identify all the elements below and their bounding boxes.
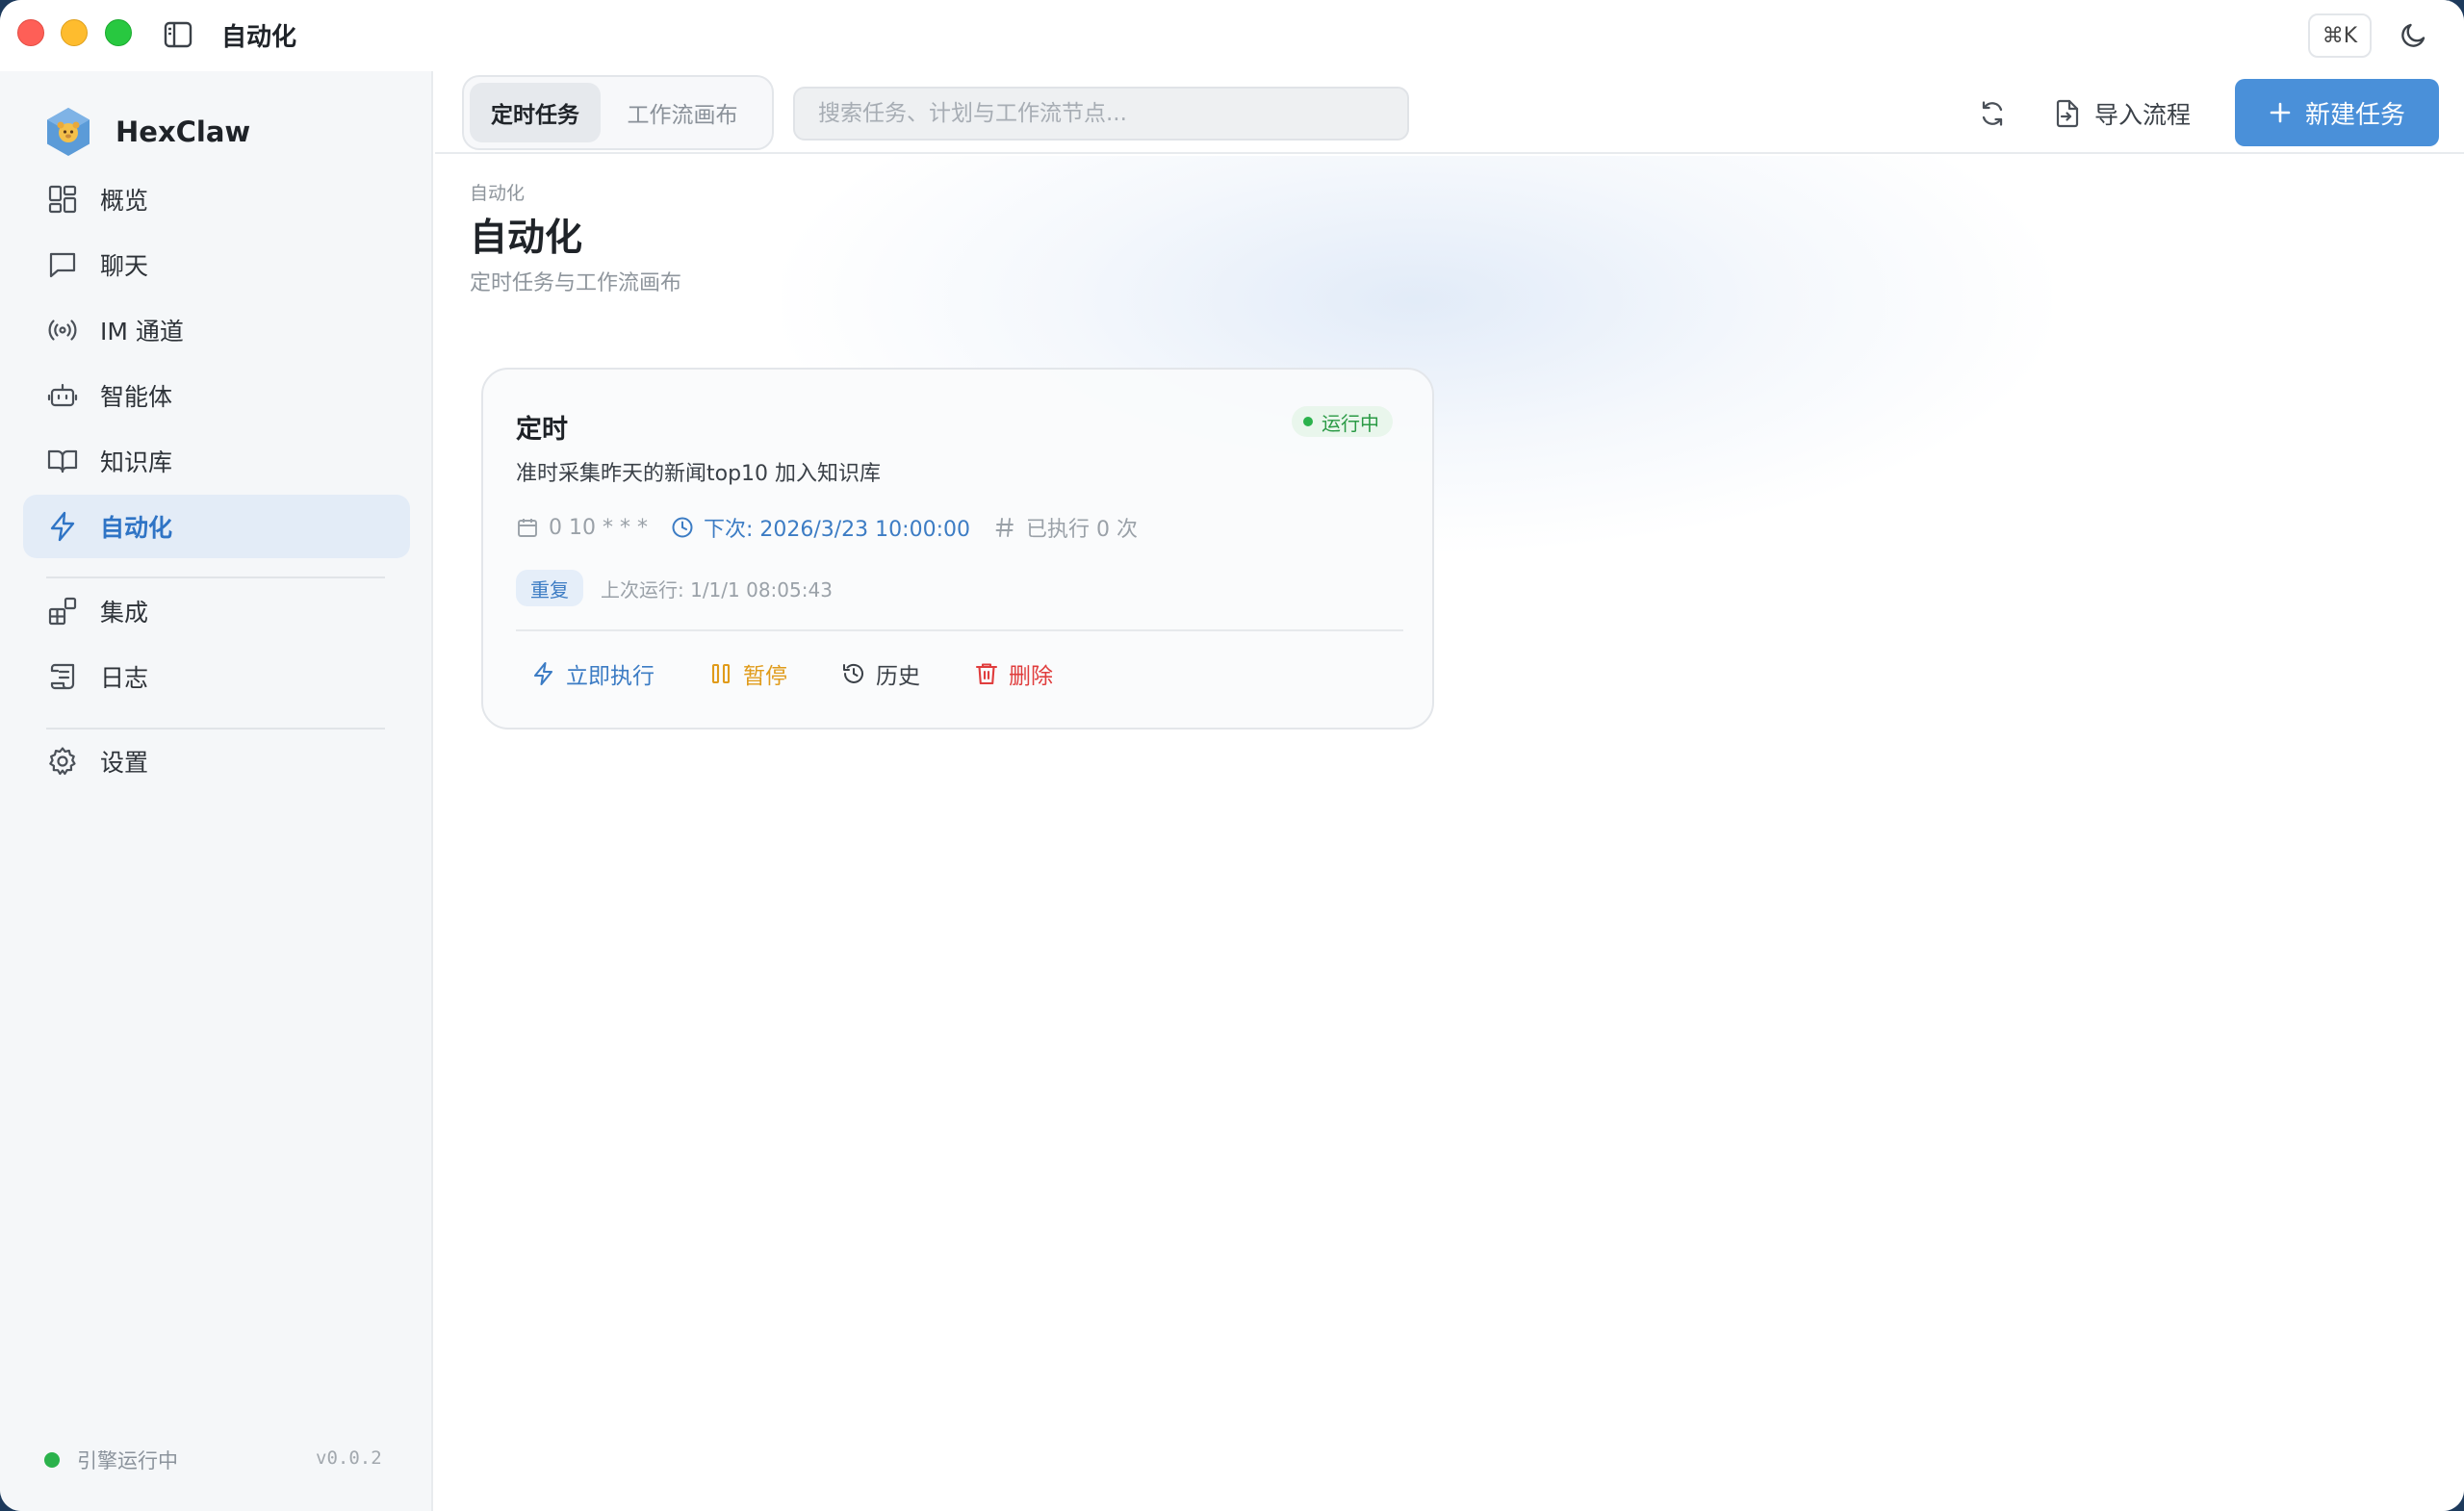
pause-button[interactable]: 暂停 [708,657,787,690]
chat-icon [49,252,76,278]
sidebar-item-im-channel[interactable]: IM 通道 [23,298,410,362]
plus-icon [2270,102,2291,123]
blocks-icon [48,597,77,626]
status-label: 运行中 [1322,411,1379,435]
sidebar-item-integrations[interactable]: 集成 [23,579,410,643]
engine-status-label: 引擎运行中 [77,1449,178,1473]
sidebar-item-label: 概览 [100,187,149,215]
moon-icon[interactable] [2397,17,2431,52]
last-run-time: 上次运行: 1/1/1 08:05:43 [601,577,833,602]
lightning-icon [533,661,553,686]
cron-expression: 0 10 * * * [549,515,648,540]
next-run-time: 下次: 2026/3/23 10:00:00 [703,518,970,542]
view-tabs: 定时任务 工作流画布 [462,75,774,150]
run-now-button[interactable]: 立即执行 [531,657,654,690]
title-bar: 自动化 ⌘K [0,0,2464,71]
delete-label: 删除 [1009,664,1053,689]
app-version: v0.0.2 [316,1447,382,1469]
sidebar-item-chat[interactable]: 聊天 [23,233,410,296]
status-badge: 运行中 [1292,406,1393,437]
minimize-window-button[interactable] [61,19,88,46]
sidebar-item-label: 设置 [100,749,149,777]
pause-icon [711,663,731,684]
task-name: 定时 [516,415,568,445]
broadcast-icon [48,320,77,341]
card-divider [516,629,1403,631]
sidebar-toggle-icon[interactable] [164,21,192,48]
task-cron: 0 10 * * * [516,516,648,540]
pause-label: 暂停 [743,664,787,689]
gear-icon [49,747,76,776]
status-dot [1303,417,1313,426]
sidebar-item-label: 聊天 [100,252,149,280]
book-icon [47,449,78,474]
task-exec-count: 已执行 0 次 [993,512,1138,543]
task-actions: 立即执行 暂停 历史 删除 [531,654,1107,693]
lightning-icon [50,511,75,542]
sidebar-item-label: 知识库 [100,448,173,476]
sidebar-item-overview[interactable]: 概览 [23,167,410,231]
trash-icon [975,663,998,685]
sidebar-item-logs[interactable]: 日志 [23,645,410,708]
dashboard-icon [48,185,77,214]
sidebar-item-label: 集成 [100,599,149,627]
task-description: 准时采集昨天的新闻top10 加入知识库 [516,462,882,486]
sidebar-item-label: IM 通道 [100,318,184,346]
refresh-icon[interactable] [1973,94,2012,133]
sidebar-item-agents[interactable]: 智能体 [23,364,410,427]
tab-workflow-canvas[interactable]: 工作流画布 [601,83,764,142]
close-window-button[interactable] [17,19,44,46]
sidebar: HexClaw 概览 聊天 IM 通道 智能体 知识库 自动化 集成 日志 设置… [0,71,433,1511]
new-task-label: 新建任务 [2304,100,2405,130]
breadcrumb: 自动化 [470,183,526,204]
sidebar-item-settings[interactable]: 设置 [23,730,410,793]
new-task-button[interactable]: 新建任务 [2235,79,2439,146]
calendar-icon [518,519,537,537]
repeat-tag: 重复 [516,570,583,606]
run-now-label: 立即执行 [566,664,654,689]
command-palette-button[interactable]: ⌘K [2308,13,2372,58]
toolbar: 定时任务 工作流画布 导入流程 新建任务 [435,71,2464,154]
history-icon [843,663,863,683]
tab-scheduled-tasks[interactable]: 定时任务 [470,83,601,142]
search-input[interactable] [793,87,1409,141]
sidebar-item-automation[interactable]: 自动化 [23,495,410,558]
sidebar-item-knowledge-base[interactable]: 知识库 [23,429,410,493]
import-flow-label: 导入流程 [2094,101,2192,129]
robot-icon [47,383,78,407]
exec-count: 已执行 0 次 [1025,518,1138,542]
sidebar-item-label: 日志 [100,664,149,692]
main-content: 自动化 自动化 定时任务与工作流画布 定时 运行中 准时采集昨天的新闻top10… [435,156,2464,1511]
file-import-icon [2056,99,2079,128]
zoom-window-button[interactable] [105,19,132,46]
page-subtitle: 定时任务与工作流画布 [470,271,682,295]
task-next-run: 下次: 2026/3/23 10:00:00 [671,512,970,543]
brand[interactable]: HexClaw [44,106,250,158]
brand-name: HexClaw [116,115,251,148]
window-title: 自动化 [221,23,297,52]
import-flow-button[interactable]: 导入流程 [2054,89,2191,139]
clock-icon [672,517,693,538]
delete-button[interactable]: 删除 [974,657,1053,690]
page-title: 自动化 [470,217,583,260]
task-meta: 0 10 * * * 下次: 2026/3/23 10:00:00 已执行 0 … [516,510,1161,545]
history-label: 历史 [876,664,920,689]
nav-divider [46,576,385,578]
scroll-icon [50,663,75,690]
sidebar-item-label: 自动化 [100,514,173,542]
engine-status: 引擎运行中 [44,1446,178,1474]
engine-status-dot [44,1452,60,1468]
hash-icon [995,518,1014,537]
sidebar-item-label: 智能体 [100,383,173,411]
history-button[interactable]: 历史 [841,657,920,690]
task-tags: 重复 上次运行: 1/1/1 08:05:43 [516,570,833,606]
task-card[interactable]: 定时 运行中 准时采集昨天的新闻top10 加入知识库 0 10 * * * 下… [481,368,1434,730]
hexclaw-logo-icon [44,106,92,158]
app-window: 自动化 ⌘K HexClaw 概览 聊天 IM 通道 智能体 知识库 自动化 集… [0,0,2464,1511]
